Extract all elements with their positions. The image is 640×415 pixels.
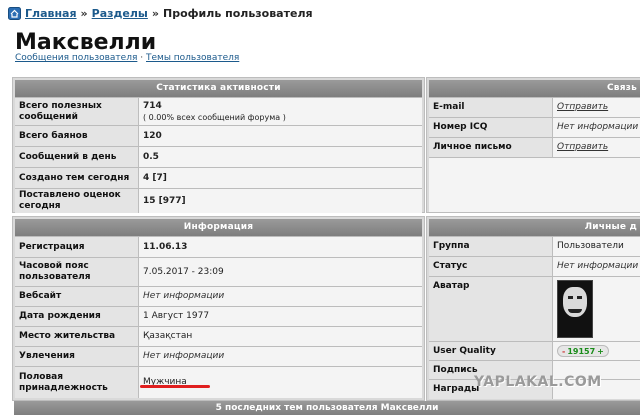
info-panel: Информация Регистрация 11.06.13 Часовой … (12, 216, 425, 401)
breadcrumb-separator: » (151, 7, 159, 20)
user-messages-link[interactable]: Сообщения пользователя (15, 53, 137, 63)
personal-row: Группа Пользователи (429, 236, 640, 256)
info-row: Увлечения Нет информации (15, 346, 422, 366)
breadcrumb-current: Профиль пользователя (163, 7, 313, 20)
personal-label: User Quality (429, 342, 553, 360)
stat-value: 120 (139, 126, 422, 146)
page-title: Максвелли (15, 30, 157, 55)
stat-row: Всего баянов 120 (15, 125, 422, 146)
personal-value: Нет информации (553, 257, 640, 276)
contact-label: E-mail (429, 98, 553, 117)
stat-row: Поставлено оценок сегодня 15 [977] (15, 188, 422, 213)
contact-value: Нет информации (553, 118, 640, 137)
avatar-eye-shape (577, 296, 582, 299)
info-value: Нет информации (139, 287, 422, 306)
activity-stats-panel: Статистика активности Всего полезных соо… (12, 77, 425, 213)
info-value: 7.05.2017 - 23:09 (139, 258, 422, 286)
contact-panel: Связь E-mail Отправить Номер ICQ Нет инф… (426, 77, 640, 213)
personal-row: Аватар (429, 276, 640, 341)
personal-row: User Quality - 19157 + (429, 341, 640, 360)
panel-header: Личные д (429, 219, 640, 236)
info-label: Регистрация (15, 237, 139, 257)
info-value: Нет информации (139, 347, 422, 366)
stat-label: Сообщений в день (15, 147, 139, 167)
info-label: Место жительства (15, 327, 139, 346)
personal-label: Аватар (429, 277, 553, 341)
stat-label: Создано тем сегодня (15, 168, 139, 188)
total-messages-value: 714 (143, 100, 162, 111)
info-row: Место жительства Қазақстан (15, 326, 422, 346)
personal-row: Статус Нет информации (429, 256, 640, 276)
private-message-link[interactable]: Отправить (553, 138, 640, 157)
info-label: Половая принадлежность (15, 367, 139, 398)
breadcrumb-sections-link[interactable]: Разделы (92, 7, 148, 20)
info-row: Часовой пояс пользователя 7.05.2017 - 23… (15, 257, 422, 286)
email-send-link[interactable]: Отправить (553, 98, 640, 117)
info-value: Мужчина (139, 367, 422, 398)
personal-label: Группа (429, 237, 553, 256)
info-label: Часовой пояс пользователя (15, 258, 139, 286)
personal-label: Статус (429, 257, 553, 276)
site-watermark: YAPLAKAL.COM (474, 374, 602, 390)
stat-label: Всего полезных сообщений (15, 98, 139, 125)
red-underline-marker (140, 385, 210, 388)
info-row: Вебсайт Нет информации (15, 286, 422, 306)
panel-header: Информация (15, 219, 422, 236)
info-row: Половая принадлежность Мужчина (15, 366, 422, 398)
quality-plus-button[interactable]: + (597, 346, 604, 357)
avatar-mouth-shape (568, 309, 582, 313)
contact-label: Личное письмо (429, 138, 553, 157)
breadcrumb-home-link[interactable]: Главная (25, 7, 77, 20)
avatar[interactable] (557, 280, 593, 338)
stat-row: Сообщений в день 0.5 (15, 146, 422, 167)
stat-value: 714 ( 0.00% всех сообщений форума ) (139, 98, 422, 125)
contact-row: E-mail Отправить (429, 97, 640, 117)
contact-row: Номер ICQ Нет информации (429, 117, 640, 137)
avatar-cell (553, 277, 640, 341)
breadcrumb: Главная » Разделы » Профиль пользователя (8, 7, 313, 20)
info-value: 11.06.13 (139, 237, 422, 257)
user-links: Сообщения пользователя · Темы пользовате… (15, 53, 239, 63)
user-topics-link[interactable]: Темы пользователя (146, 53, 239, 63)
total-messages-share: ( 0.00% всех сообщений форума ) (143, 112, 286, 122)
sublinks-separator: · (140, 53, 144, 63)
user-quality-badge: - 19157 + (557, 345, 609, 357)
info-value: Қазақстан (139, 327, 422, 346)
stat-row: Создано тем сегодня 4 [7] (15, 167, 422, 188)
info-row: Регистрация 11.06.13 (15, 236, 422, 257)
info-label: Дата рождения (15, 307, 139, 326)
breadcrumb-separator: » (80, 7, 88, 20)
contact-empty-area (429, 157, 640, 212)
stat-label: Поставлено оценок сегодня (15, 189, 139, 213)
home-icon[interactable] (8, 7, 21, 20)
panel-header: Статистика активности (15, 80, 422, 97)
contact-row: Личное письмо Отправить (429, 137, 640, 157)
stat-value: 4 [7] (139, 168, 422, 188)
panel-header: Связь (429, 80, 640, 97)
info-value: 1 Август 1977 (139, 307, 422, 326)
contact-label: Номер ICQ (429, 118, 553, 137)
stat-value: 15 [977] (139, 189, 422, 213)
stat-row: Всего полезных сообщений 714 ( 0.00% все… (15, 97, 422, 125)
personal-value: Пользователи (553, 237, 640, 256)
quality-value: 19157 (567, 346, 596, 356)
info-label: Увлечения (15, 347, 139, 366)
personal-value: - 19157 + (553, 342, 640, 360)
stat-label: Всего баянов (15, 126, 139, 146)
quality-minus-button[interactable]: - (562, 346, 565, 357)
info-label: Вебсайт (15, 287, 139, 306)
avatar-eye-shape (568, 296, 573, 299)
info-row: Дата рождения 1 Август 1977 (15, 306, 422, 326)
stat-value: 0.5 (139, 147, 422, 167)
